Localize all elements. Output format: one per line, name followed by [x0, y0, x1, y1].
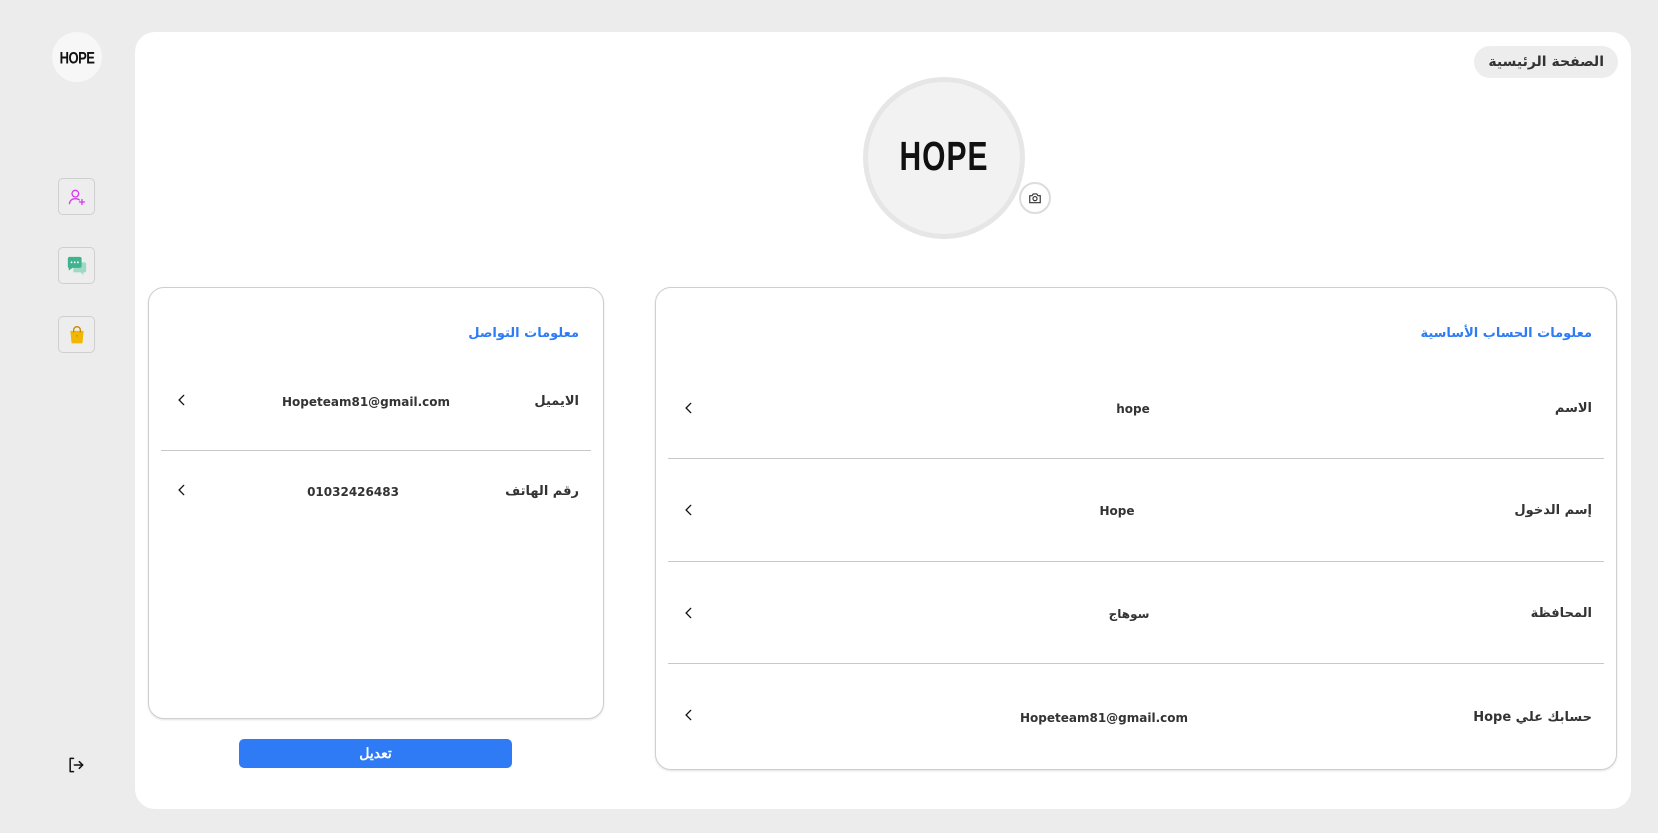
chevron-left-icon[interactable] — [682, 503, 696, 517]
chevron-left-icon[interactable] — [175, 483, 189, 497]
camera-icon — [1029, 193, 1041, 204]
account-info-panel: معلومات الحساب الأساسية الاسم hope إسم ا… — [655, 287, 1617, 770]
row-value: Hope — [1099, 504, 1135, 518]
chevron-left-icon[interactable] — [682, 401, 696, 415]
add-user-icon — [68, 189, 85, 205]
sidebar-logo[interactable]: HOPE — [52, 32, 102, 82]
contact-panel-title: معلومات التواصل — [468, 326, 579, 341]
row-value: سوهاج — [1108, 607, 1150, 621]
profile-avatar: HOPE — [863, 77, 1025, 239]
logout-button[interactable] — [64, 753, 88, 777]
logout-icon — [69, 757, 84, 773]
contact-row-phone[interactable]: رقم الهاتف 01032426483 — [161, 451, 591, 531]
account-row-governorate[interactable]: المحافظة سوهاج — [668, 562, 1604, 664]
row-label: الاسم — [1554, 401, 1592, 416]
chevron-left-icon[interactable] — [682, 606, 696, 620]
change-photo-button[interactable] — [1019, 182, 1051, 214]
sidebar-item-chat[interactable] — [58, 247, 95, 284]
row-label: حسابك علي Hope — [1473, 710, 1592, 725]
main-card: الصفحة الرئيسية HOPE معلومات التواصل الا… — [135, 32, 1631, 809]
edit-button[interactable]: تعديل — [239, 739, 512, 768]
account-row-name[interactable]: الاسم hope — [668, 363, 1604, 459]
row-value: 01032426483 — [307, 485, 399, 499]
chevron-left-icon[interactable] — [175, 393, 189, 407]
avatar-logo-text: HOPE — [899, 135, 989, 180]
row-value: Hopeteam81@gmail.com — [281, 395, 451, 409]
chat-icon — [67, 256, 86, 275]
logo-text: HOPE — [59, 47, 95, 67]
row-label: إسم الدخول — [1514, 503, 1592, 518]
chevron-left-icon[interactable] — [682, 708, 696, 722]
row-label: المحافظة — [1530, 606, 1592, 621]
account-row-username[interactable]: إسم الدخول Hope — [668, 459, 1604, 562]
contact-info-panel: معلومات التواصل الايميل Hopeteam81@gmail… — [148, 287, 604, 719]
contact-row-email[interactable]: الايميل Hopeteam81@gmail.com — [161, 368, 591, 451]
account-panel-title: معلومات الحساب الأساسية — [1420, 326, 1592, 341]
row-label: الايميل — [534, 394, 579, 409]
row-value: hope — [1116, 402, 1150, 416]
shopping-bag-icon — [69, 325, 84, 343]
home-button[interactable]: الصفحة الرئيسية — [1474, 46, 1618, 78]
row-label: رقم الهاتف — [505, 484, 579, 499]
sidebar-item-add-user[interactable] — [58, 178, 95, 215]
sidebar-item-shop[interactable] — [58, 316, 95, 353]
account-row-hope-account[interactable]: حسابك علي Hope Hopeteam81@gmail.com — [668, 664, 1604, 764]
row-value: Hopeteam81@gmail.com — [1019, 711, 1189, 725]
